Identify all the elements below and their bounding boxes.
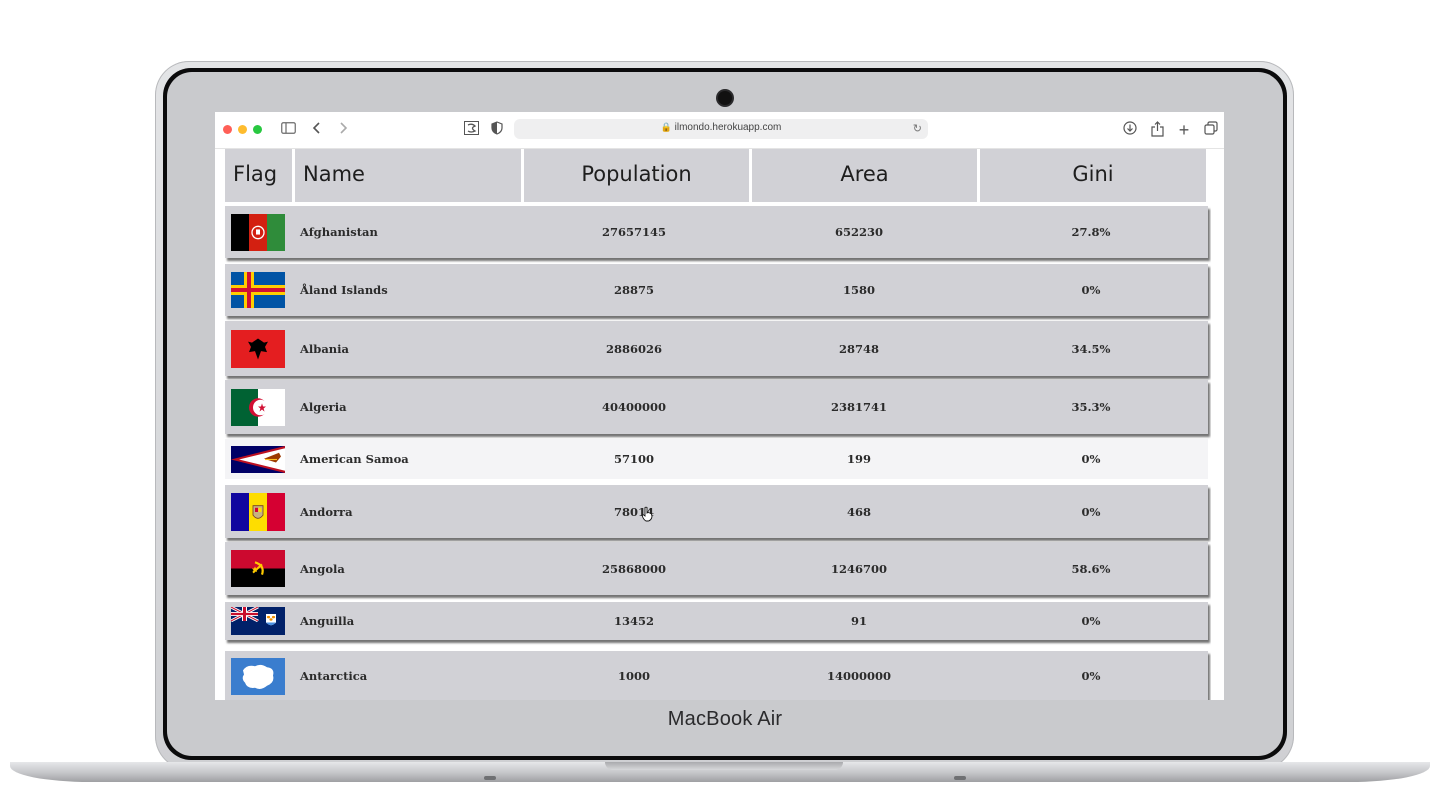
anguilla-flag-icon xyxy=(231,607,285,635)
gini-cell: 0% xyxy=(1081,283,1101,297)
area-cell: 199 xyxy=(846,452,871,466)
algeria-flag-icon xyxy=(231,388,285,426)
flag-cell xyxy=(231,485,291,538)
area-cell: 652230 xyxy=(834,225,883,239)
scrollbar[interactable] xyxy=(1211,149,1224,700)
browser-toolbar: 🔒 ilmondo.herokuapp.com ↻ + xyxy=(215,112,1224,149)
area-cell: 91 xyxy=(850,614,867,628)
country-name: Afghanistan xyxy=(300,225,378,239)
header-gini[interactable]: Gini xyxy=(980,149,1206,202)
country-name: Anguilla xyxy=(300,614,355,628)
albania-flag-icon xyxy=(231,329,285,368)
area-cell: 14000000 xyxy=(826,669,891,683)
browser-window: 🔒 ilmondo.herokuapp.com ↻ + Flag Name Po… xyxy=(215,112,1224,700)
gini-cell: 27.8% xyxy=(1071,225,1111,239)
population-cell: 13452 xyxy=(613,614,654,628)
table-row[interactable]: Albania 2886026 28748 34.5% xyxy=(225,321,1208,376)
population-cell: 28875 xyxy=(613,283,654,297)
flag-cell xyxy=(231,439,291,479)
population-cell: 25868000 xyxy=(601,561,666,576)
gini-cell: 35.3% xyxy=(1071,400,1111,414)
laptop-notch xyxy=(605,762,843,770)
close-window-button[interactable] xyxy=(223,125,232,134)
laptop-foot xyxy=(954,776,966,780)
aland-flag-icon xyxy=(231,272,285,308)
tab-overview-icon[interactable] xyxy=(1203,121,1219,139)
country-name: Algeria xyxy=(300,400,347,414)
flag-cell xyxy=(231,321,291,376)
download-icon[interactable] xyxy=(1122,121,1138,139)
privacy-shield-icon[interactable] xyxy=(490,121,504,139)
new-tab-icon[interactable]: + xyxy=(1177,121,1191,139)
flag-cell xyxy=(231,206,291,258)
population-cell: 1000 xyxy=(617,669,650,683)
flag-cell xyxy=(231,542,291,595)
address-url: 🔒 ilmondo.herokuapp.com xyxy=(514,122,928,133)
table-row[interactable]: Andorra 78014 468 0% xyxy=(225,485,1208,538)
page-content: Flag Name Population Area Gini Afghanist… xyxy=(215,149,1224,700)
country-name: Albania xyxy=(300,341,349,356)
back-icon[interactable] xyxy=(311,121,323,139)
area-cell: 1246700 xyxy=(830,561,887,576)
andorra-flag-icon xyxy=(231,492,285,531)
flag-cell xyxy=(231,602,291,640)
gini-cell: 34.5% xyxy=(1071,341,1111,356)
header-population[interactable]: Population xyxy=(524,149,749,202)
share-icon[interactable] xyxy=(1149,121,1165,139)
flag-cell xyxy=(231,651,291,700)
antarctica-flag-icon xyxy=(231,657,285,695)
camera-icon xyxy=(718,91,732,105)
area-cell: 1580 xyxy=(842,283,875,297)
population-cell: 2886026 xyxy=(605,341,662,356)
area-cell: 28748 xyxy=(838,341,879,356)
zoom-window-button[interactable] xyxy=(253,125,262,134)
table-row[interactable]: American Samoa 57100 199 0% xyxy=(225,439,1208,479)
country-name: American Samoa xyxy=(300,452,409,466)
reader-icon[interactable] xyxy=(463,121,479,139)
gini-cell: 0% xyxy=(1081,669,1101,683)
population-cell: 40400000 xyxy=(601,400,666,414)
country-name: Angola xyxy=(300,561,345,576)
gini-cell: 0% xyxy=(1081,452,1101,466)
table-row[interactable]: Angola 25868000 1246700 58.6% xyxy=(225,542,1208,595)
sidebar-icon[interactable] xyxy=(280,121,296,139)
table-row[interactable]: Antarctica 1000 14000000 0% xyxy=(225,651,1208,700)
country-name: Åland Islands xyxy=(300,283,388,297)
gini-cell: 0% xyxy=(1081,504,1101,519)
table-row[interactable]: Anguilla 13452 91 0% xyxy=(225,602,1208,640)
afghanistan-flag-icon xyxy=(231,213,285,251)
population-cell: 27657145 xyxy=(601,225,666,239)
laptop-foot xyxy=(484,776,496,780)
minimize-window-button[interactable] xyxy=(238,125,247,134)
country-name: Andorra xyxy=(300,504,353,519)
header-flag[interactable]: Flag xyxy=(225,149,292,202)
population-cell: 78014 xyxy=(613,504,654,519)
reload-icon[interactable]: ↻ xyxy=(913,122,922,135)
table-row[interactable]: Algeria 40400000 2381741 35.3% xyxy=(225,380,1208,434)
country-name: Antarctica xyxy=(300,669,368,683)
lock-icon: 🔒 xyxy=(660,122,672,132)
gini-cell: 58.6% xyxy=(1071,561,1111,576)
american-samoa-flag-icon xyxy=(231,445,285,473)
angola-flag-icon xyxy=(231,550,285,587)
address-bar[interactable]: 🔒 ilmondo.herokuapp.com ↻ xyxy=(514,119,928,139)
forward-icon[interactable] xyxy=(337,121,349,139)
table-row[interactable]: Afghanistan 27657145 652230 27.8% xyxy=(225,206,1208,258)
area-cell: 2381741 xyxy=(830,400,887,414)
population-cell: 57100 xyxy=(613,452,654,466)
header-name[interactable]: Name xyxy=(295,149,521,202)
table-header: Flag Name Population Area Gini xyxy=(225,149,1208,202)
device-label: MacBook Air xyxy=(667,708,783,730)
flag-cell xyxy=(231,380,291,434)
gini-cell: 0% xyxy=(1081,614,1101,628)
flag-cell xyxy=(231,264,291,316)
table-row[interactable]: Åland Islands 28875 1580 0% xyxy=(225,264,1208,316)
url-text: ilmondo.herokuapp.com xyxy=(674,122,782,133)
hand-cursor-icon xyxy=(641,506,653,526)
area-cell: 468 xyxy=(846,504,871,519)
header-area[interactable]: Area xyxy=(752,149,977,202)
